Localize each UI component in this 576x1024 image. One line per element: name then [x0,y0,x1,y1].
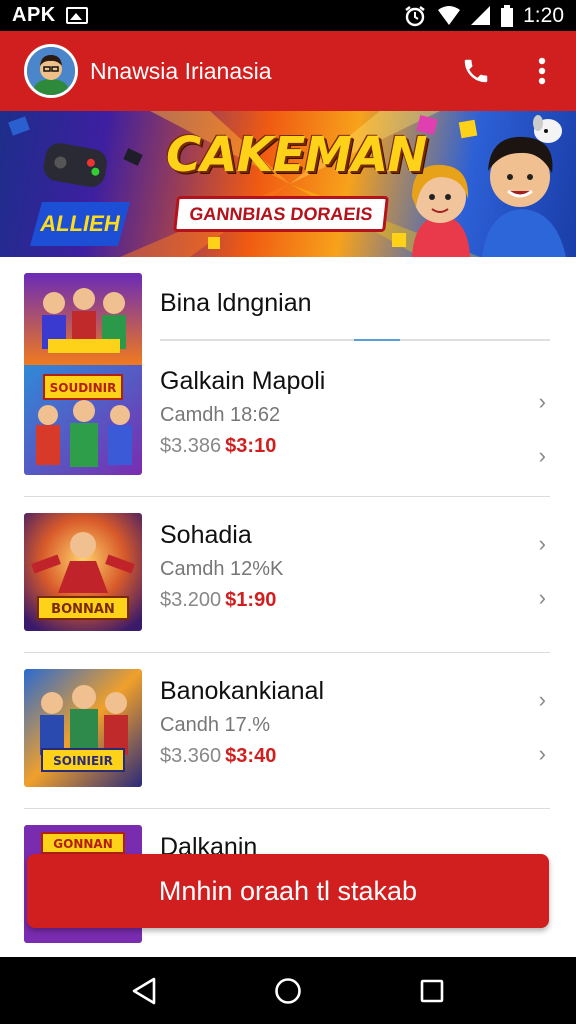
list-item[interactable]: SOINIEIR Banokankianal Candh 17.% $3.360… [24,653,550,809]
item-title: Galkain Mapoli [160,367,326,395]
app-bar: Nnawsia Irianasia [0,31,576,111]
list-item[interactable]: SOUDINIR Bina ldngnian Galkain Mapoli Ca… [24,273,550,497]
product-thumbnail: SOUDINIR [24,273,142,475]
signal-icon [471,5,491,26]
promo-banner[interactable]: CAKEMAN GANNBIAS DORAEIS ALLIEH [0,111,576,257]
item-meta: Camdh 18:62 [160,404,281,426]
svg-text:GONNAN: GONNAN [53,837,112,851]
banner-subtitle: GANNBIAS DORAEIS [173,196,389,232]
banner-badge: ALLIEH [30,202,130,246]
divider [160,339,550,341]
back-icon[interactable] [124,971,164,1011]
recents-icon[interactable] [412,971,452,1011]
more-vert-icon[interactable] [524,53,560,89]
price-old: $3.200 [160,589,222,611]
primary-action-button[interactable]: Mnhin oraah tl stakab [27,854,549,928]
chevron-right-icon: › [538,585,546,610]
svg-text:BONNAN: BONNAN [51,602,115,617]
scroll-indicator [354,339,400,341]
price-old: $3.386 [160,435,222,457]
svg-text:SOUDINIR: SOUDINIR [50,381,117,395]
status-time: 1:20 [523,3,564,27]
item-price: $3.200 $1:90 [160,589,283,612]
product-thumbnail: SOINIEIR [24,669,142,787]
chevron-right-icon: › [538,687,546,712]
chevron-right-icon: › [538,741,546,766]
phone-icon[interactable] [458,53,494,89]
price-sale: $3:10 [225,435,277,457]
item-price: $3.360 $3:40 [160,745,324,768]
list-section-header: Bina ldngnian [160,289,312,317]
chevron-right-icon: › [538,531,546,556]
alarm-icon [403,5,427,27]
product-list: SOUDINIR Bina ldngnian Galkain Mapoli Ca… [0,257,576,957]
price-sale: $1:90 [225,589,277,611]
chevron-right-icon: › [538,443,546,468]
item-price: $3.386 $3:10 [160,435,325,458]
home-icon[interactable] [268,971,308,1011]
item-meta: Camdh 12%K [160,558,284,580]
banner-title: CAKEMAN [166,127,427,183]
battery-icon [501,4,514,27]
status-bar: APK 1:20 [0,0,576,31]
app-title: Nnawsia Irianasia [90,57,272,84]
chevron-right-icon: › [538,389,546,414]
wifi-icon [437,5,461,26]
system-nav-bar [0,958,576,1024]
image-notification-icon [65,7,88,24]
price-old: $3.360 [160,745,222,767]
item-meta: Candh 17.% [160,714,271,736]
item-title: Banokankianal [160,677,325,705]
product-thumbnail: BONNAN [24,513,142,631]
svg-text:SOINIEIR: SOINIEIR [53,754,113,768]
status-app-label: APK [12,4,56,26]
avatar[interactable] [24,44,78,98]
list-item[interactable]: BONNAN Sohadia Camdh 12%K $3.200 $1:90 › … [24,497,550,653]
price-sale: $3:40 [225,745,277,767]
item-title: Sohadia [160,521,252,549]
